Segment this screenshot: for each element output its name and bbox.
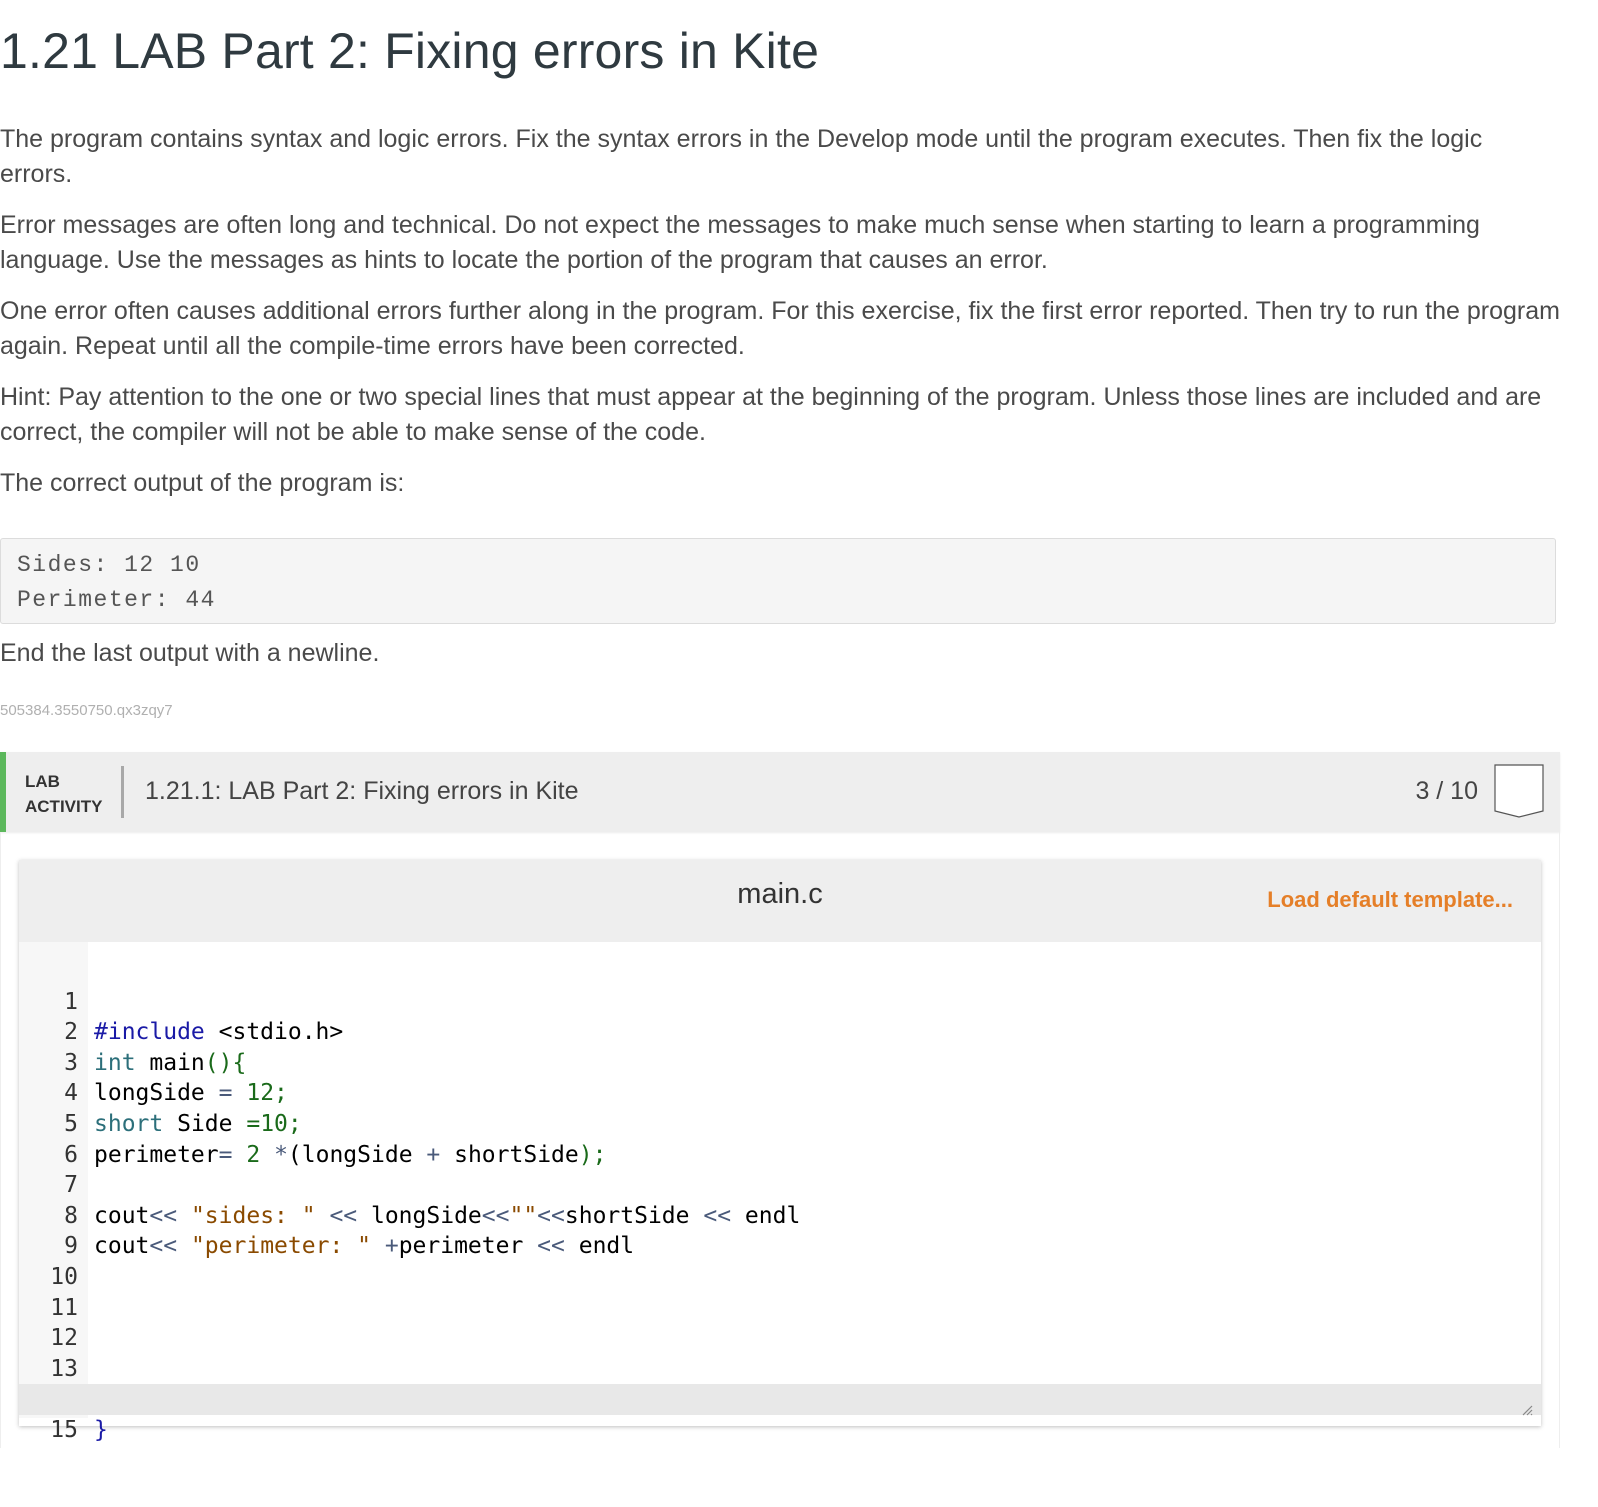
instructions-paragraph-3: One error often causes additional errors…	[0, 297, 1560, 360]
completion-badge-icon	[1494, 764, 1544, 818]
load-default-template-link[interactable]: Load default template...	[1267, 887, 1513, 913]
code-lines[interactable]: 1 #include <stdio.h> 2 int main(){ 3 lon…	[19, 956, 1541, 1443]
line-number: 15	[50, 1416, 78, 1443]
instructions-paragraph-2: Error messages are often long and techni…	[0, 211, 1480, 274]
code-line-active[interactable]: 15	[19, 1384, 1541, 1443]
code-line[interactable]: 10	[19, 1231, 1541, 1290]
code-line[interactable]: 14 }	[19, 1354, 1541, 1443]
code-line[interactable]: 11	[19, 1262, 1541, 1321]
lab-header-divider	[121, 766, 124, 818]
code-line[interactable]: 8 cout<< "perimeter: " +perimeter << end…	[19, 1170, 1541, 1260]
code-line[interactable]: 5 perimeter= 2 *(longSide + shortSide);	[19, 1078, 1541, 1168]
newline-note: End the last output with a newline.	[0, 639, 380, 667]
code-line[interactable]: 9	[19, 1201, 1541, 1259]
editor-toolbar: main.c Load default template...	[19, 860, 1541, 942]
expected-output-line-1: Sides: 12 10	[17, 552, 201, 578]
code-line[interactable]: 6	[19, 1109, 1541, 1168]
lab-score: 3 / 10	[1415, 777, 1478, 805]
code-line[interactable]: 3 longSide = 12;	[19, 1017, 1541, 1107]
lab-activity-header: LAB ACTIVITY 1.21.1: LAB Part 2: Fixing …	[0, 752, 1560, 832]
output-intro: The correct output of the program is:	[0, 469, 405, 497]
hint-paragraph: Hint: Pay attention to the one or two sp…	[0, 383, 1542, 446]
lab-activity-title: 1.21.1: LAB Part 2: Fixing errors in Kit…	[145, 777, 579, 805]
reference-id: 505384.3550750.qx3zqy7	[0, 702, 173, 719]
code-line[interactable]: 12	[19, 1293, 1541, 1351]
code-line[interactable]: 2 int main(){	[19, 987, 1541, 1076]
resize-grip-icon[interactable]	[1521, 1404, 1533, 1416]
code-line[interactable]: 7 cout<< "sides: " << longSide<<""<<shor…	[19, 1140, 1541, 1229]
lab-tag-line-1: LAB	[25, 772, 60, 791]
code-line[interactable]: 1 #include <stdio.h>	[19, 956, 1541, 1046]
expected-output-line-2: Perimeter: 44	[17, 587, 216, 613]
lab-tag-line-2: ACTIVITY	[25, 797, 103, 816]
code-editor: main.c Load default template... 1 #inclu…	[19, 860, 1541, 1443]
code-area[interactable]: 1 #include <stdio.h> 2 int main(){ 3 lon…	[19, 942, 1541, 1443]
code-line[interactable]: 4 short Side =10;	[19, 1048, 1541, 1137]
expected-output-box: Sides: 12 10 Perimeter: 44	[0, 538, 1556, 624]
code-line[interactable]: 13 return 0;	[19, 1323, 1541, 1413]
page-title: 1.21 LAB Part 2: Fixing errors in Kite	[0, 23, 820, 79]
instructions-paragraph-1: The program contains syntax and logic er…	[0, 125, 1483, 188]
lab-activity-tag: LAB ACTIVITY	[25, 769, 102, 819]
